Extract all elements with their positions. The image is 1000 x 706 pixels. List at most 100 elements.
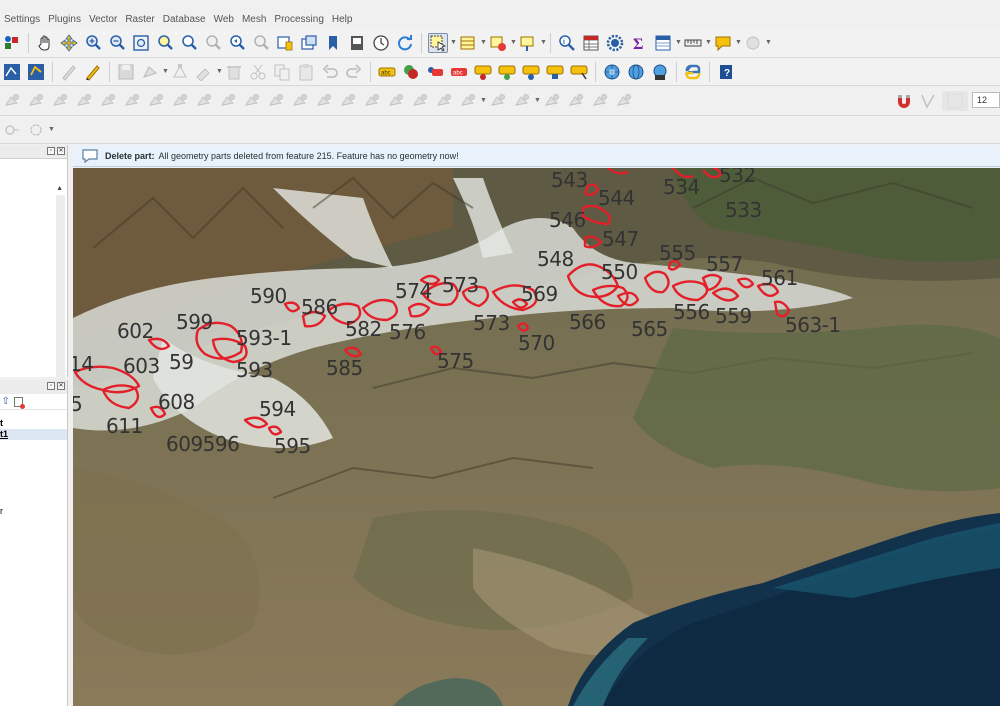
globe-grid-icon[interactable] xyxy=(626,62,646,82)
move-up-icon[interactable]: ⇧ xyxy=(2,396,10,407)
chevron-down-icon[interactable]: ▼ xyxy=(216,62,223,82)
zoom-layer-icon[interactable] xyxy=(179,33,199,53)
chevron-down-icon[interactable]: ▼ xyxy=(534,91,541,111)
pan-icon[interactable] xyxy=(35,33,55,53)
deselect-icon[interactable] xyxy=(488,33,508,53)
move-label-icon[interactable] xyxy=(473,62,493,82)
chevron-down-icon[interactable]: ▼ xyxy=(705,33,712,53)
statistics-sigma-icon[interactable]: Σ xyxy=(629,33,649,53)
offset-curve-icon[interactable] xyxy=(146,91,166,111)
chevron-down-icon[interactable]: ▼ xyxy=(510,33,517,53)
split-features-icon[interactable] xyxy=(170,91,190,111)
tracing-icon[interactable] xyxy=(488,91,508,111)
globe-icon[interactable] xyxy=(602,62,622,82)
zoom-native-icon[interactable] xyxy=(203,33,223,53)
menu-database[interactable]: Database xyxy=(159,14,210,25)
new-bookmark-icon[interactable] xyxy=(275,33,295,53)
vertex-editor-icon[interactable] xyxy=(512,91,532,111)
zoom-next-icon[interactable] xyxy=(251,33,271,53)
rotate-label-icon[interactable] xyxy=(497,62,517,82)
save-edits-icon[interactable] xyxy=(116,62,136,82)
add-feature-icon[interactable] xyxy=(140,62,160,82)
delete-ring-icon[interactable] xyxy=(74,91,94,111)
float-panel-icon[interactable]: ▫ xyxy=(47,147,55,155)
layer-item-selected[interactable]: t1 xyxy=(0,429,67,440)
chevron-down-icon[interactable]: ▼ xyxy=(162,62,169,82)
zoom-full-icon[interactable] xyxy=(131,33,151,53)
zoom-out-icon[interactable] xyxy=(107,33,127,53)
chevron-down-icon[interactable]: ▼ xyxy=(675,33,682,53)
move-feature-icon[interactable] xyxy=(434,91,454,111)
simplify-icon[interactable] xyxy=(362,91,382,111)
undo-icon[interactable] xyxy=(320,62,340,82)
new-map-view-icon[interactable] xyxy=(323,33,343,53)
merge-attributes-icon[interactable] xyxy=(242,91,262,111)
reshape-icon[interactable] xyxy=(122,91,142,111)
pan-to-selection-icon[interactable] xyxy=(59,33,79,53)
delete-part-icon[interactable] xyxy=(98,91,118,111)
temporal-controller-icon[interactable] xyxy=(347,33,367,53)
chevron-down-icon[interactable]: ▼ xyxy=(540,33,547,53)
clock-icon[interactable] xyxy=(371,33,391,53)
help-book-icon[interactable]: ? xyxy=(716,62,736,82)
chevron-down-icon[interactable]: ▼ xyxy=(735,33,742,53)
radius-icon[interactable] xyxy=(590,91,610,111)
menu-settings[interactable]: Settings xyxy=(0,14,44,25)
cut-features-icon[interactable] xyxy=(248,62,268,82)
chevron-down-icon[interactable]: ▼ xyxy=(480,33,487,53)
font-size-field[interactable]: 12 xyxy=(972,91,1000,108)
fill-ring-icon[interactable] xyxy=(50,91,70,111)
redo-icon[interactable] xyxy=(344,62,364,82)
shape-regular-polygon-icon[interactable] xyxy=(26,120,46,140)
menu-web[interactable]: Web xyxy=(210,14,238,25)
curve-icon[interactable] xyxy=(566,91,586,111)
shape-circle-icon[interactable] xyxy=(2,120,22,140)
layer-item[interactable]: r xyxy=(0,506,67,517)
vertex-tool-icon[interactable] xyxy=(170,62,190,82)
digitize-icon[interactable] xyxy=(2,62,22,82)
float-panel-icon[interactable]: ▫ xyxy=(47,382,55,390)
menu-plugins[interactable]: Plugins xyxy=(44,14,85,25)
label-pin-toggle-icon[interactable] xyxy=(569,62,589,82)
chevron-down-icon[interactable]: ▼ xyxy=(480,91,487,111)
show-bookmarks-icon[interactable] xyxy=(299,33,319,53)
globe-camera-icon[interactable] xyxy=(650,62,670,82)
menu-vector[interactable]: Vector xyxy=(85,14,121,25)
show-labels-icon[interactable]: abc xyxy=(449,62,469,82)
map-tips-icon[interactable] xyxy=(713,33,733,53)
layer-item[interactable]: t xyxy=(0,418,67,429)
copy-move-icon[interactable] xyxy=(458,91,478,111)
chevron-down-icon[interactable]: ▼ xyxy=(450,33,457,53)
split-parts-icon[interactable] xyxy=(194,91,214,111)
offset-point-symbols-icon[interactable] xyxy=(290,91,310,111)
refresh-icon[interactable] xyxy=(395,33,415,53)
scale-feature-icon[interactable] xyxy=(410,91,430,111)
chevron-down-icon[interactable]: ▼ xyxy=(765,33,772,53)
python-icon[interactable] xyxy=(683,62,703,82)
pin-labels-icon[interactable] xyxy=(401,62,421,82)
identify-icon[interactable]: i xyxy=(557,33,577,53)
layer-manager-icon[interactable] xyxy=(2,33,22,53)
delete-selected-icon[interactable] xyxy=(224,62,244,82)
edit-layer-icon[interactable] xyxy=(26,62,46,82)
zoom-last-icon[interactable] xyxy=(227,33,247,53)
change-label-icon[interactable] xyxy=(521,62,541,82)
rotate-feature-icon[interactable] xyxy=(386,91,406,111)
measure-icon[interactable] xyxy=(683,33,703,53)
field-calculator-icon[interactable] xyxy=(653,33,673,53)
trim-extend-icon[interactable] xyxy=(338,91,358,111)
paste-features-icon[interactable] xyxy=(296,62,316,82)
menu-processing[interactable]: Processing xyxy=(270,14,327,25)
zoom-in-icon[interactable] xyxy=(83,33,103,53)
add-part-icon[interactable] xyxy=(26,91,46,111)
menu-mesh[interactable]: Mesh xyxy=(238,14,270,25)
snapping-magnet-icon[interactable] xyxy=(894,91,914,111)
zoom-selection-icon[interactable] xyxy=(155,33,175,53)
label-tool-icon[interactable]: abc xyxy=(377,62,397,82)
modify-attributes-icon[interactable] xyxy=(194,62,214,82)
copy-features-icon[interactable] xyxy=(272,62,292,82)
attribute-table-icon[interactable] xyxy=(581,33,601,53)
rotate-point-symbols-icon[interactable] xyxy=(266,91,286,111)
chevron-down-icon[interactable]: ▼ xyxy=(48,120,55,140)
close-icon[interactable]: ✕ xyxy=(57,147,65,155)
